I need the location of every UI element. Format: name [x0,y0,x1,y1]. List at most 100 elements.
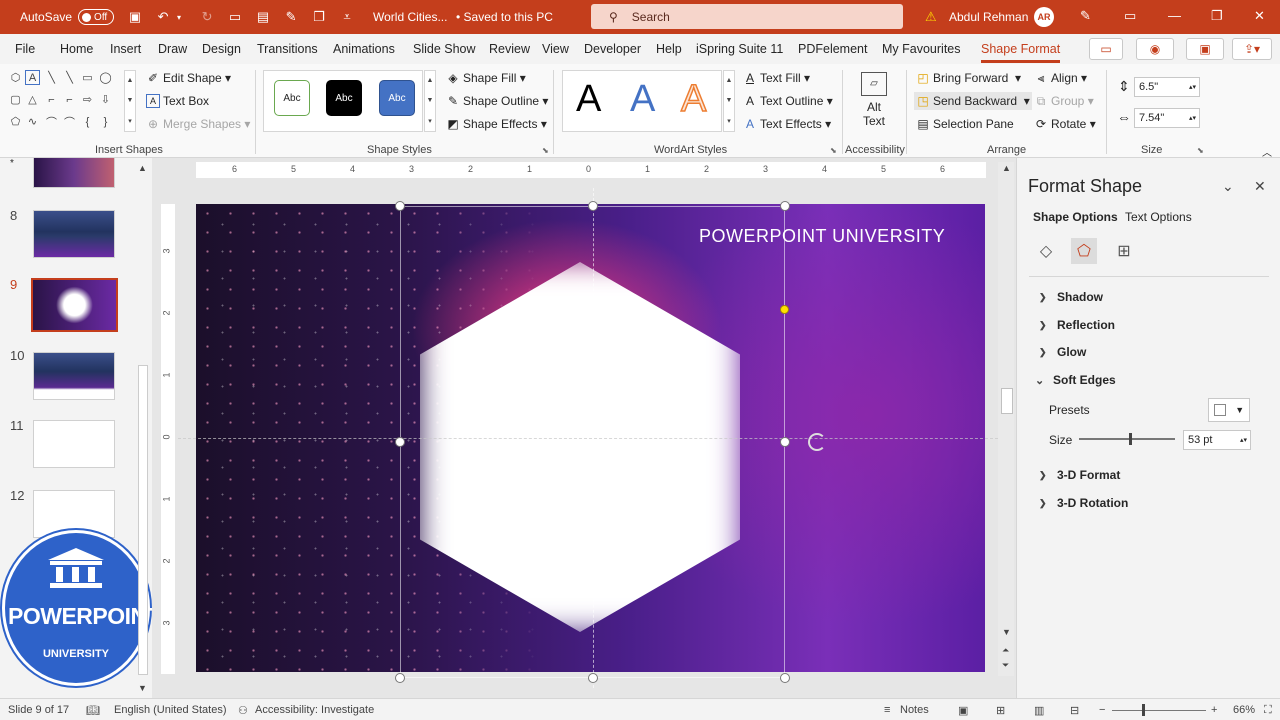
accessibility-status[interactable]: Accessibility: Investigate [255,704,374,716]
slide-thumbnail-9[interactable] [31,278,118,332]
warning-icon[interactable]: ⚠ [925,9,937,25]
curve-shape-icon[interactable]: ∿ [25,114,40,129]
tab-insert[interactable]: Insert [110,42,141,56]
pentagon-shape-icon[interactable]: ⬠ [8,114,23,129]
selection-box[interactable] [400,206,785,678]
resize-handle-nw[interactable] [395,201,405,211]
presenter-icon[interactable]: ▤ [256,9,270,24]
shape-style-black[interactable]: Abc [326,80,362,116]
zoom-out-icon[interactable]: − [1099,704,1105,716]
tab-design[interactable]: Design [202,42,241,56]
tab-home[interactable]: Home [60,42,93,56]
shape-styles-launcher-icon[interactable]: ⬊ [542,146,549,155]
arrow-down-shape-icon[interactable]: ⇩ [98,92,113,107]
text-box-button[interactable]: A Text Box [146,94,209,108]
section-glow[interactable]: ❯ Glow [1039,345,1086,359]
tab-help[interactable]: Help [656,42,682,56]
arrow-right-shape-icon[interactable]: ⇨ [80,92,95,107]
customize-qat-icon[interactable]: ⩡ [340,9,354,24]
selection-pane-button[interactable]: ▤ Selection Pane [916,117,1013,131]
accessibility-icon[interactable]: ⚇ [238,704,248,717]
text-fill-button[interactable]: A Text Fill ▾ [743,71,810,85]
collapse-ribbon-icon[interactable]: ︿ [1262,144,1272,159]
resize-handle-se[interactable] [780,673,790,683]
spell-check-icon[interactable]: 📖︎ [86,704,100,717]
zoom-slider[interactable] [1112,710,1206,711]
slider-knob[interactable] [1129,433,1132,445]
section-3d-format[interactable]: ❯ 3-D Format [1039,468,1120,482]
size-properties-icon[interactable]: ⊞ [1111,238,1137,264]
resize-handle-n[interactable] [588,201,598,211]
tab-ispring[interactable]: iSpring Suite 11 [696,42,783,56]
language-status[interactable]: English (United States) [114,704,227,716]
wordart-scroll[interactable]: ▲ ▼ ▾ [723,70,735,132]
present-icon[interactable]: ▭ [228,9,242,24]
slide-thumbnail-8[interactable] [33,210,115,258]
next-slide-icon[interactable]: ⏷ [1002,660,1009,671]
merge-shapes-button[interactable]: ⊕ Merge Shapes ▾ [146,117,250,131]
scroll-up-icon[interactable]: ▲ [1002,163,1011,173]
tab-draw[interactable]: Draw [158,42,187,56]
undo-dropdown-icon[interactable]: ▾ [172,10,186,24]
minimize-icon[interactable]: — [1168,8,1181,23]
slideshow-icon[interactable]: ⊟ [1070,704,1079,717]
shapes-scroll[interactable]: ▲ ▼ ▾ [124,70,136,132]
tab-shape-options[interactable]: Shape Options [1033,210,1118,224]
zoom-level[interactable]: 66% [1233,704,1255,716]
text-effects-button[interactable]: A Text Effects ▾ [743,117,831,131]
align-button[interactable]: ⫷ Align ▾ [1034,71,1087,86]
bring-forward-button[interactable]: ◰ Bring Forward ▾ [916,71,1021,85]
scrollbar-thumb[interactable] [1001,388,1013,414]
close-icon[interactable]: ✕ [1254,8,1265,24]
zoom-slider-knob[interactable] [1142,704,1145,716]
redo-icon[interactable]: ↻ [200,9,214,24]
resize-handle-ne[interactable] [780,201,790,211]
shape-styles-scroll[interactable]: ▲ ▼ ▾ [424,70,436,132]
tab-view[interactable]: View [542,42,569,56]
tab-text-options[interactable]: Text Options [1125,210,1192,224]
pane-options-icon[interactable]: ⌄ [1222,178,1234,195]
scroll-down-icon[interactable]: ▼ [1002,627,1011,637]
scroll-down-icon[interactable]: ▼ [138,683,147,693]
share-button[interactable]: ⇪▾ [1232,38,1272,60]
section-soft-edges[interactable]: ⌄ Soft Edges [1035,373,1116,387]
line-shape-icon[interactable]: ╲ [44,70,59,85]
textbox-shape-icon[interactable]: A [25,70,40,85]
brace-shape-icon[interactable]: { [80,114,95,129]
text-outline-button[interactable]: A Text Outline ▾ [743,94,833,108]
pane-close-icon[interactable]: ✕ [1254,178,1266,195]
slide-thumbnail-10[interactable] [33,352,115,400]
shape-effects-button[interactable]: ◩ Shape Effects ▾ [446,117,547,131]
wordart-blue[interactable]: A [630,78,655,121]
section-shadow[interactable]: ❯ Shadow [1039,290,1103,304]
zoom-in-icon[interactable]: + [1211,704,1217,716]
fit-slide-icon[interactable]: ⛶ [1264,704,1272,717]
wordart-orange[interactable]: A [680,77,707,121]
resize-handle-e[interactable] [780,437,790,447]
rotate-handle-icon[interactable] [808,433,826,451]
size-launcher-icon[interactable]: ⬊ [1197,146,1204,155]
notes-button[interactable]: Notes [900,704,929,716]
elbow2-shape-icon[interactable]: ⌐ [62,92,77,107]
slide-thumbnail-11[interactable] [33,420,115,468]
alt-text-button[interactable]: ▱ Alt Text [855,72,893,136]
brace2-shape-icon[interactable]: } [98,114,113,129]
tab-my-favourites[interactable]: My Favourites [882,42,961,56]
section-reflection[interactable]: ❯ Reflection [1039,318,1115,332]
comments-button[interactable]: ▭ [1089,38,1123,60]
slide-scrollbar[interactable] [998,162,1014,676]
record-button[interactable]: ◉ [1136,38,1174,60]
shape-width-input[interactable]: 7.54" ▴▾ [1134,108,1200,128]
adjustment-handle[interactable] [780,305,789,314]
slide-sorter-icon[interactable]: ⊞ [996,704,1005,717]
effects-icon[interactable]: ⬠ [1071,238,1097,264]
tab-shape-format[interactable]: Shape Format [981,42,1061,63]
ribbon-display-icon[interactable]: ▭ [1124,8,1136,24]
oval-shape-icon[interactable]: ◯ [98,70,113,85]
group-button[interactable]: ⧉ Group ▾ [1034,94,1094,109]
reading-view-icon[interactable]: ▥ [1034,704,1044,717]
wordart-launcher-icon[interactable]: ⬊ [830,146,837,155]
elbow-shape-icon[interactable]: ⌐ [44,92,59,107]
section-3d-rotation[interactable]: ❯ 3-D Rotation [1039,496,1128,510]
line2-shape-icon[interactable]: ╲ [62,70,77,85]
